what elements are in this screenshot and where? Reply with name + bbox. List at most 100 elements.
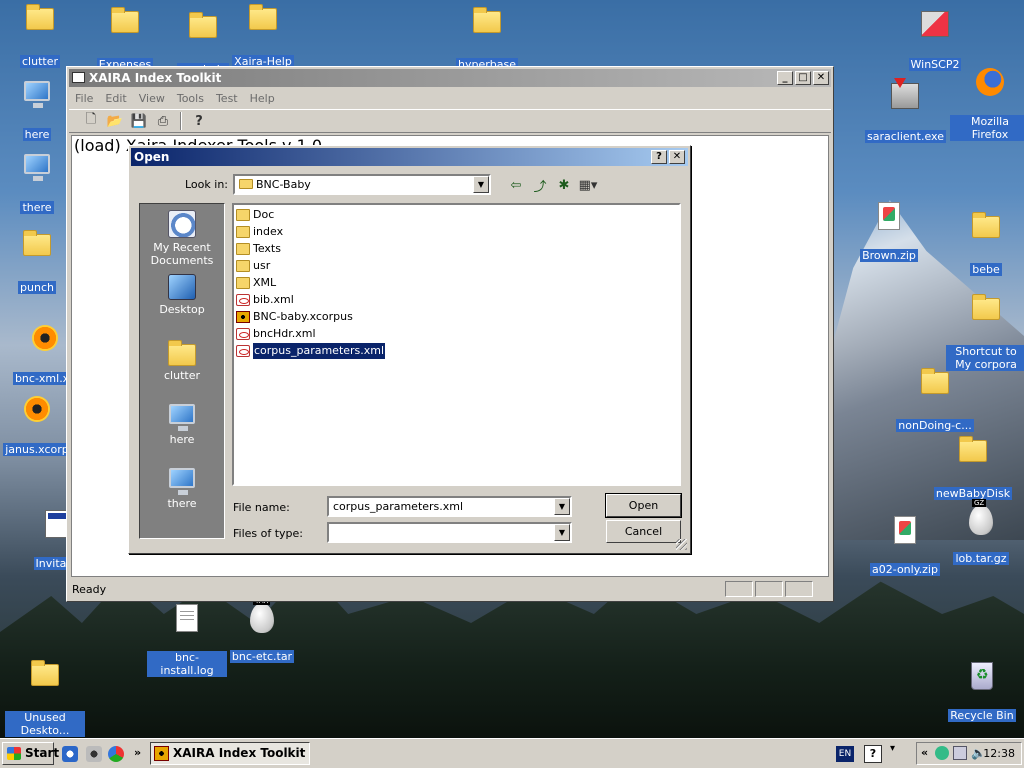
media-player-icon[interactable] <box>108 746 124 762</box>
computer-icon <box>169 404 195 431</box>
file-name-input[interactable]: corpus_parameters.xml ▼ <box>327 496 572 517</box>
folder-icon <box>972 212 1000 238</box>
file-list-item[interactable]: XML <box>236 275 276 291</box>
cancel-button[interactable]: Cancel <box>606 520 681 543</box>
xaira-icon <box>154 746 169 761</box>
menu-tools[interactable]: Tools <box>171 89 210 108</box>
file-list-item[interactable]: Texts <box>236 241 281 257</box>
tray-app-icon[interactable] <box>953 746 967 760</box>
folder-icon <box>168 340 196 366</box>
new-icon[interactable]: 🗋 <box>81 111 101 131</box>
chevron-down-icon[interactable]: ▼ <box>554 498 570 515</box>
taskbar-xaira-button[interactable]: XAIRA Index Toolkit <box>150 742 310 765</box>
gz-egg-icon: GZ <box>969 499 993 535</box>
desktop-icon-hyperbase[interactable]: hyperbase <box>447 5 527 71</box>
desktop-icon-label: bnc-etc.tar <box>229 650 295 663</box>
language-indicator[interactable]: EN <box>836 746 854 762</box>
place-here[interactable]: here <box>140 404 224 446</box>
files-of-type-dropdown[interactable]: ▼ <box>327 522 572 543</box>
desktop-icon-newbabydisk[interactable]: newBabyDisk <box>933 434 1013 500</box>
dialog-close-button[interactable]: ✕ <box>669 150 685 164</box>
network-icon[interactable] <box>935 746 949 760</box>
maximize-button[interactable]: □ <box>795 71 811 85</box>
desktop-icon-mozilla-firefox[interactable]: Mozilla Firefox <box>950 66 1024 141</box>
desktop-icon-label: Brown.zip <box>860 249 918 262</box>
chevron-down-icon[interactable]: ▼ <box>554 524 570 541</box>
open-button[interactable]: Open <box>605 493 682 518</box>
menu-edit[interactable]: Edit <box>99 89 132 108</box>
quicklaunch-chevron-icon[interactable]: » <box>134 746 141 759</box>
desktop-icon-bnc-install[interactable]: bnc-install.log <box>147 602 227 677</box>
file-list-item[interactable]: BNC-baby.xcorpus <box>236 309 353 325</box>
dialog-title-bar[interactable]: Open ? ✕ <box>131 148 688 166</box>
desktop-icon-glyph <box>21 154 53 186</box>
up-folder-icon[interactable]: ⤴ <box>531 176 549 195</box>
print-icon[interactable]: ⎙ <box>153 111 173 131</box>
settings-icon[interactable] <box>86 746 102 762</box>
chevron-down-icon[interactable]: ▼ <box>473 176 489 193</box>
menu-file[interactable]: File <box>69 89 99 108</box>
file-list[interactable]: Doc index Texts usr XML bib.xml BNC-baby.xcorp… <box>232 203 681 486</box>
desktop-icon-winscp2[interactable]: WinSCP2 <box>895 8 975 71</box>
desktop-icon-glyph <box>919 11 951 43</box>
ie-icon[interactable] <box>62 746 78 762</box>
desktop-icon-bebe[interactable]: bebe <box>946 210 1024 276</box>
recent-documents-icon <box>168 210 196 238</box>
place-desktop[interactable]: Desktop <box>140 274 224 316</box>
place-there[interactable]: there <box>140 468 224 510</box>
file-list-item[interactable]: bib.xml <box>236 292 294 308</box>
help-icon[interactable]: ? <box>864 745 882 763</box>
xml-file-icon <box>236 328 250 340</box>
status-pane <box>725 581 753 597</box>
menu-help[interactable]: Help <box>244 89 281 108</box>
file-list-item[interactable]: usr <box>236 258 270 274</box>
start-button[interactable]: Start <box>2 742 59 765</box>
desktop-icon-unused-desktop[interactable]: Unused Deskto... <box>5 658 85 737</box>
minimize-button[interactable]: _ <box>777 71 793 85</box>
app-window-icon <box>72 72 85 83</box>
file-list-item[interactable]: corpus_parameters.xml <box>236 342 387 360</box>
close-button[interactable]: ✕ <box>813 71 829 85</box>
menu-test[interactable]: Test <box>210 89 244 108</box>
clock: 12:38 <box>983 747 1015 760</box>
desktop-icon-saraclient[interactable]: saraclient.exe <box>865 78 946 143</box>
desktop-icon-brown-zip[interactable]: Brown.zip <box>849 200 929 262</box>
desktop-icon-lob-tar[interactable]: GZ lob.tar.gz <box>941 499 1021 565</box>
desktop-icon-clutter[interactable]: clutter <box>0 2 80 68</box>
file-list-item[interactable]: Doc <box>236 207 274 223</box>
help-icon[interactable]: ? <box>189 111 209 131</box>
desktop-icon-recycle-bin[interactable]: Recycle Bin <box>942 660 1022 722</box>
view-menu-icon[interactable]: ▦▾ <box>579 176 598 194</box>
desktop-icon-shortcut-corpora[interactable]: Shortcut to My corpora <box>946 292 1024 371</box>
file-name-value: corpus_parameters.xml <box>333 500 464 513</box>
folder-icon <box>31 660 59 686</box>
back-arrow-icon[interactable]: ⇦ <box>507 176 525 194</box>
resize-grip[interactable] <box>676 539 687 550</box>
place-my-recent-documents[interactable]: My Recent Documents <box>140 210 224 267</box>
desktop-icon-bnc-etc[interactable]: TAR bnc-etc.tar <box>222 597 302 663</box>
desktop-icon-glyph <box>21 230 53 266</box>
look-in-dropdown[interactable]: BNC-Baby ▼ <box>233 174 491 195</box>
folder-icon <box>236 243 250 255</box>
new-folder-icon[interactable]: ✱ <box>555 176 573 194</box>
dialog-title: Open <box>134 150 170 164</box>
file-list-item[interactable]: index <box>236 224 283 240</box>
desktop-icon-expenses[interactable]: Expenses <box>85 5 165 71</box>
desktop-icon-nondoing[interactable]: nonDoing-c... <box>895 366 975 432</box>
tray-chevron-icon[interactable]: « <box>921 746 928 759</box>
folder-icon <box>23 230 51 256</box>
desktop-icon-glyph <box>957 436 989 472</box>
desktop-icon-xaira-help[interactable]: Xaira-Help <box>223 2 303 68</box>
place-clutter[interactable]: clutter <box>140 338 224 382</box>
language-bar-menu-icon[interactable]: ▾ <box>890 743 895 754</box>
file-list-item[interactable]: bncHdr.xml <box>236 326 316 342</box>
xml-file-icon <box>236 294 250 306</box>
app-title-bar[interactable]: XAIRA Index Toolkit _ □ ✕ <box>69 69 831 87</box>
desktop-icon-a02-only[interactable]: a02-only.zip <box>865 514 945 576</box>
save-icon[interactable]: 💾 <box>129 111 149 131</box>
desktop-icon-glyph <box>970 294 1002 330</box>
log-icon <box>176 604 198 632</box>
menu-view[interactable]: View <box>133 89 171 108</box>
dialog-help-button[interactable]: ? <box>651 150 667 164</box>
open-icon[interactable]: 📂 <box>105 111 125 131</box>
